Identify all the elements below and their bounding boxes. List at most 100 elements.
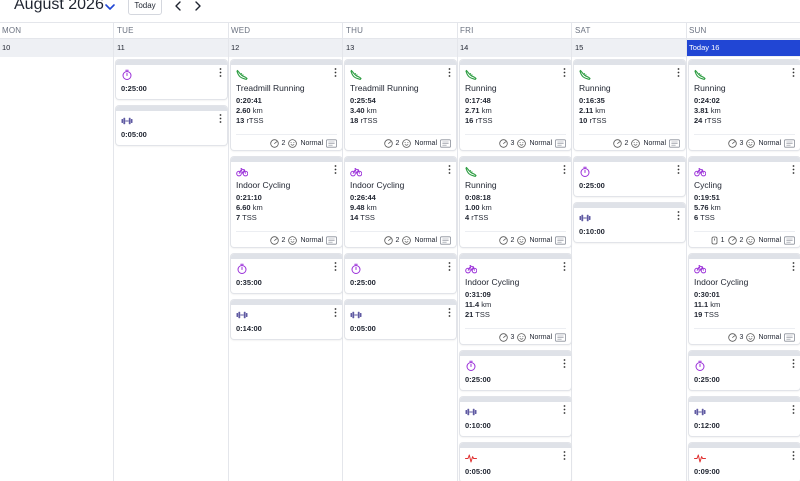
session-card-strength[interactable]: 0:10:00 bbox=[460, 397, 571, 436]
more-options-icon[interactable] bbox=[792, 451, 795, 460]
more-options-icon[interactable] bbox=[563, 262, 566, 271]
bicycle-icon bbox=[694, 168, 706, 177]
session-card-hr[interactable]: 0:05:00 bbox=[460, 443, 571, 481]
workout-card-run[interactable]: Running 0:17:48 2.71 km 16 rTSS 3 Normal bbox=[460, 60, 571, 150]
comment-icon[interactable] bbox=[784, 332, 795, 342]
comment-icon[interactable] bbox=[784, 138, 795, 148]
workout-distance: 5.76 km bbox=[694, 203, 721, 212]
column-divider bbox=[686, 22, 687, 481]
date-cell[interactable]: 12 bbox=[229, 40, 342, 56]
workout-card-bike[interactable]: Indoor Cycling 0:30:01 11.1 km 19 TSS 3 Norma… bbox=[689, 254, 800, 344]
session-card-strength[interactable]: 0:05:00 bbox=[116, 106, 227, 145]
date-cell[interactable]: 10 bbox=[0, 40, 113, 56]
session-card-timer[interactable]: 0:35:00 bbox=[231, 254, 342, 293]
more-options-icon[interactable] bbox=[448, 165, 451, 174]
session-card-strength[interactable]: 0:05:00 bbox=[345, 300, 456, 339]
session-card-hr[interactable]: 0:09:00 bbox=[689, 443, 800, 481]
perceived-effort-icon bbox=[498, 332, 508, 342]
more-options-icon[interactable] bbox=[334, 262, 337, 271]
more-options-icon[interactable] bbox=[219, 68, 222, 77]
chevron-down-icon[interactable] bbox=[104, 2, 116, 12]
more-options-icon[interactable] bbox=[677, 211, 680, 220]
more-options-icon[interactable] bbox=[677, 165, 680, 174]
more-options-icon[interactable] bbox=[563, 405, 566, 414]
more-options-icon[interactable] bbox=[334, 165, 337, 174]
running-shoe-icon bbox=[694, 69, 706, 80]
workout-title: Indoor Cycling bbox=[236, 180, 291, 190]
weekday-header: TUE bbox=[117, 26, 134, 35]
more-options-icon[interactable] bbox=[448, 68, 451, 77]
more-options-icon[interactable] bbox=[792, 405, 795, 414]
comment-icon[interactable] bbox=[440, 235, 451, 245]
workout-card-bike[interactable]: Indoor Cycling 0:26:44 9.48 km 14 TSS 2 Norma… bbox=[345, 157, 456, 247]
mood-label: Normal bbox=[300, 139, 323, 147]
more-options-icon[interactable] bbox=[792, 359, 795, 368]
more-options-icon[interactable] bbox=[563, 359, 566, 368]
dumbbell-icon bbox=[350, 311, 362, 319]
workout-card-run[interactable]: Treadmill Running 0:20:41 2.60 km 13 rTSS 2 N… bbox=[231, 60, 342, 150]
chevron-left-icon[interactable] bbox=[173, 0, 183, 12]
comment-icon[interactable] bbox=[326, 138, 337, 148]
month-title[interactable]: August 2026 bbox=[14, 0, 104, 14]
comment-icon[interactable] bbox=[784, 235, 795, 245]
more-options-icon[interactable] bbox=[677, 68, 680, 77]
comment-icon[interactable] bbox=[669, 138, 680, 148]
more-options-icon[interactable] bbox=[792, 68, 795, 77]
more-options-icon[interactable] bbox=[334, 68, 337, 77]
workout-card-run[interactable]: Running 0:24:02 3.81 km 24 rTSS 3 Normal bbox=[689, 60, 800, 150]
workout-card-run[interactable]: Running 0:16:35 2.11 km 10 rTSS 2 Normal bbox=[574, 60, 685, 150]
session-card-timer[interactable]: 0:25:00 bbox=[689, 351, 800, 390]
workout-card-run[interactable]: Treadmill Running 0:25:54 3.40 km 18 rTSS 2 N… bbox=[345, 60, 456, 150]
date-cell-today[interactable]: Today 16 bbox=[687, 40, 800, 56]
workout-card-bike[interactable]: Indoor Cycling 0:31:09 11.4 km 21 TSS 3 Norma… bbox=[460, 254, 571, 344]
today-button[interactable]: Today bbox=[128, 0, 162, 15]
workout-distance: 3.40 km bbox=[350, 106, 377, 115]
stopwatch-icon bbox=[466, 360, 476, 371]
workout-card-run[interactable]: Running 0:08:18 1.00 km 4 rTSS 2 Normal bbox=[460, 157, 571, 247]
date-cell[interactable]: 14 bbox=[458, 40, 571, 56]
workout-duration: 0:25:54 bbox=[350, 96, 376, 105]
more-options-icon[interactable] bbox=[563, 451, 566, 460]
session-card-strength[interactable]: 0:14:00 bbox=[231, 300, 342, 339]
more-options-icon[interactable] bbox=[219, 114, 222, 123]
date-cell[interactable]: 11 bbox=[115, 40, 228, 56]
more-options-icon[interactable] bbox=[448, 262, 451, 271]
comment-icon[interactable] bbox=[440, 138, 451, 148]
more-options-icon[interactable] bbox=[792, 165, 795, 174]
date-cell[interactable]: 15 bbox=[573, 40, 686, 56]
effort-value: 2 bbox=[510, 236, 515, 244]
dumbbell-icon bbox=[579, 214, 591, 222]
session-card-strength[interactable]: 0:12:00 bbox=[689, 397, 800, 436]
effort-value: 3 bbox=[510, 139, 515, 147]
more-options-icon[interactable] bbox=[563, 165, 566, 174]
session-duration: 0:25:00 bbox=[350, 278, 376, 287]
comment-icon[interactable] bbox=[555, 138, 566, 148]
effort-value: 2 bbox=[624, 139, 629, 147]
attachment-icon bbox=[711, 236, 718, 244]
session-card-timer[interactable]: 0:25:00 bbox=[345, 254, 456, 293]
card-footer: 3 Normal bbox=[694, 328, 795, 344]
session-duration: 0:05:00 bbox=[121, 130, 147, 139]
comment-icon[interactable] bbox=[326, 235, 337, 245]
workout-tss: 24 rTSS bbox=[694, 116, 722, 125]
session-card-strength[interactable]: 0:10:00 bbox=[574, 203, 685, 242]
perceived-effort-icon bbox=[727, 138, 737, 148]
session-card-timer[interactable]: 0:25:00 bbox=[460, 351, 571, 390]
smiley-icon bbox=[517, 332, 527, 342]
mood-label: Normal bbox=[414, 236, 437, 244]
more-options-icon[interactable] bbox=[792, 262, 795, 271]
bicycle-icon bbox=[465, 265, 477, 274]
more-options-icon[interactable] bbox=[334, 308, 337, 317]
comment-icon[interactable] bbox=[555, 332, 566, 342]
workout-title: Treadmill Running bbox=[236, 83, 305, 93]
comment-icon[interactable] bbox=[555, 235, 566, 245]
session-card-timer[interactable]: 0:25:00 bbox=[116, 60, 227, 99]
more-options-icon[interactable] bbox=[448, 308, 451, 317]
more-options-icon[interactable] bbox=[563, 68, 566, 77]
session-card-timer[interactable]: 0:25:00 bbox=[574, 157, 685, 196]
chevron-right-icon[interactable] bbox=[193, 0, 203, 12]
workout-card-bike[interactable]: Indoor Cycling 0:21:10 6.60 km 7 TSS 2 Normal bbox=[231, 157, 342, 247]
workout-card-bike[interactable]: Cycling 0:19:51 5.76 km 6 TSS 1 2 Normal bbox=[689, 157, 800, 247]
session-duration: 0:05:00 bbox=[465, 467, 491, 476]
date-cell[interactable]: 13 bbox=[344, 40, 457, 56]
